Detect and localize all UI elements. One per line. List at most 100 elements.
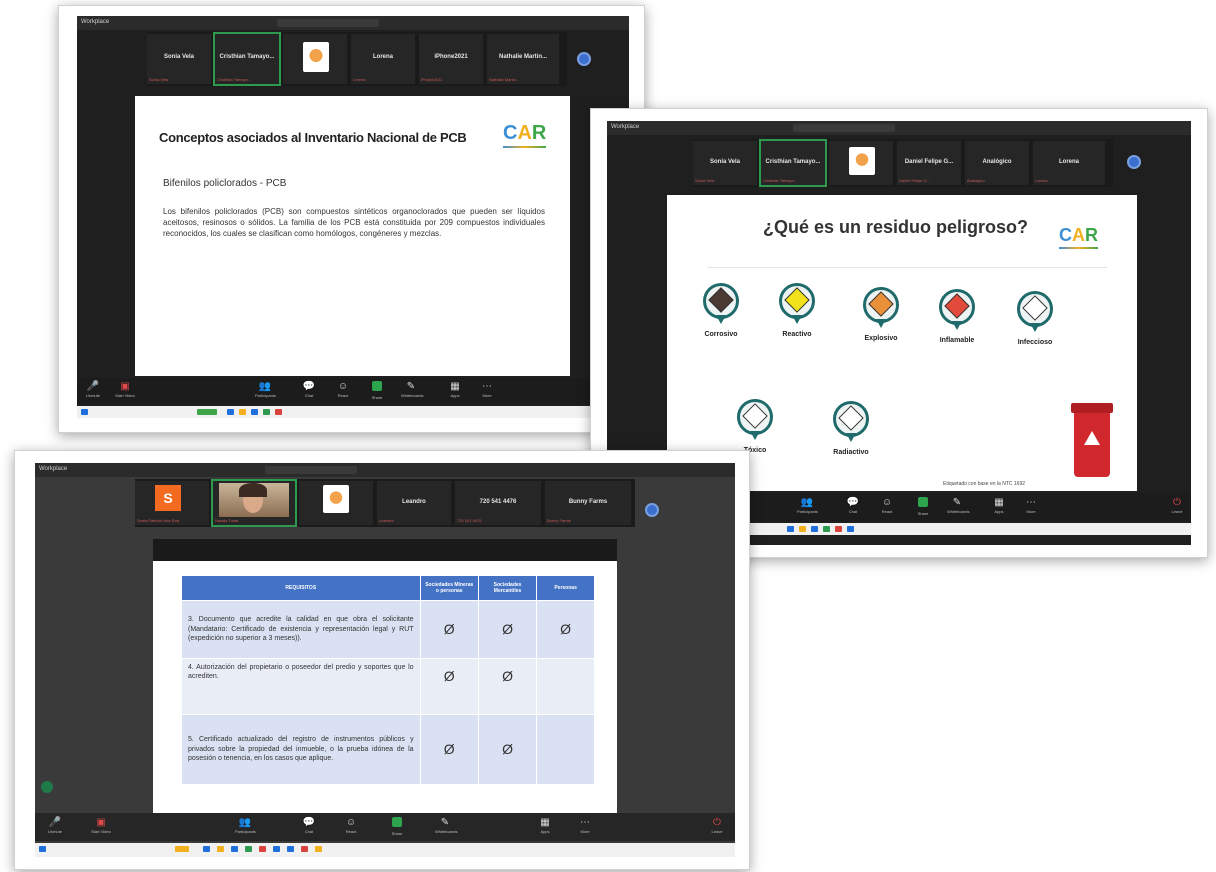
gallery-next-icon[interactable] xyxy=(645,503,659,517)
participant-tile[interactable]: Sonia Vela Sonia Vela xyxy=(147,34,211,84)
participants-button[interactable]: 👥 Participants xyxy=(235,817,256,834)
taskbar-app-icon[interactable] xyxy=(787,526,794,532)
participant-tile[interactable]: S Sonia Patricia Vela Roa xyxy=(135,481,209,525)
whiteboards-button[interactable]: ✎ Whiteboards xyxy=(435,817,457,834)
taskbar-app-icon[interactable] xyxy=(275,409,282,415)
leave-button[interactable]: ⏻ Leave xyxy=(707,817,727,834)
start-icon[interactable] xyxy=(81,409,88,415)
taskbar-app-icon[interactable] xyxy=(835,526,842,532)
taskbar-app-icon[interactable] xyxy=(263,409,270,415)
apps-button[interactable]: ▦ Apps xyxy=(989,497,1009,514)
more-button[interactable]: ⋯ More xyxy=(1021,497,1041,514)
shared-slide: Conceptos asociados al Inventario Nacion… xyxy=(135,96,570,376)
participant-tile-video[interactable]: Natalia Tobar xyxy=(211,479,297,527)
react-button[interactable]: ☺ React xyxy=(877,497,897,514)
meeting-info-pill[interactable] xyxy=(265,466,357,474)
participant-tile[interactable]: Lorena Lorena xyxy=(351,34,415,84)
gallery-next-icon[interactable] xyxy=(577,52,591,66)
windows-taskbar xyxy=(35,843,735,857)
participant-tile-logo[interactable] xyxy=(829,141,893,185)
participant-tile-logo[interactable] xyxy=(283,34,347,84)
meeting-info-pill[interactable] xyxy=(277,19,379,27)
participant-tile[interactable]: Analógico Analógico xyxy=(965,141,1029,185)
share-button[interactable]: Share xyxy=(913,497,933,516)
taskbar-app-icon[interactable] xyxy=(811,526,818,532)
meeting-info-pill[interactable] xyxy=(793,124,895,132)
taskbar-app-icon[interactable] xyxy=(175,846,189,852)
participant-tile[interactable]: Leandro Leandro xyxy=(377,481,451,525)
grammarly-icon[interactable] xyxy=(41,781,53,793)
slide-body: Los bifenilos policlorados (PCB) son com… xyxy=(163,207,545,239)
taskbar-app-icon[interactable] xyxy=(315,846,322,852)
taskbar-app-icon[interactable] xyxy=(197,409,217,415)
taskbar-app-icon[interactable] xyxy=(239,409,246,415)
check-mark-icon: Ø xyxy=(419,658,479,715)
participant-tile[interactable]: iPhone2021 iPhone2021 xyxy=(419,34,483,84)
zoom-window: Workplace S Sonia Patricia Vela Roa Natal… xyxy=(35,463,735,857)
more-button[interactable]: ⋯ More xyxy=(477,381,497,398)
table-row: 3. Documento que acredite la calidad en … xyxy=(181,600,595,659)
taskbar-app-icon[interactable] xyxy=(203,846,210,852)
react-button[interactable]: ☺ React xyxy=(333,381,353,398)
leave-button[interactable]: ⏻ Leave xyxy=(1167,497,1187,514)
window-title: Workplace xyxy=(81,19,110,25)
participant-tile[interactable]: Lorena Lorena xyxy=(1033,141,1105,185)
apps-button[interactable]: ▦ Apps xyxy=(445,381,465,398)
shared-slide: REQUISITOS Sociedades Mineras o personas… xyxy=(153,561,617,813)
taskbar-app-icon[interactable] xyxy=(799,526,806,532)
share-button[interactable]: Share xyxy=(367,381,387,400)
apps-button[interactable]: ▦ Apps xyxy=(535,817,555,834)
taskbar-app-icon[interactable] xyxy=(301,846,308,852)
gallery-next-icon[interactable] xyxy=(1127,155,1141,169)
taskbar-app-icon[interactable] xyxy=(259,846,266,852)
participant-tile-logo[interactable] xyxy=(299,481,373,525)
check-mark-icon: Ø xyxy=(419,714,479,785)
start-video-button[interactable]: ▣ Start Video xyxy=(91,817,111,834)
taskbar-app-icon[interactable] xyxy=(227,409,234,415)
participant-tile[interactable]: Bunny Farms Bunny Farms xyxy=(545,481,631,525)
more-button[interactable]: ⋯ More xyxy=(575,817,595,834)
start-video-button[interactable]: ▣ Start Video xyxy=(115,381,135,398)
whiteboards-button[interactable]: ✎ Whiteboards xyxy=(947,497,969,514)
taskbar-app-icon[interactable] xyxy=(217,846,224,852)
chat-button[interactable]: 💬 Chat xyxy=(299,817,319,834)
share-button[interactable]: Share xyxy=(387,817,407,836)
check-mark-icon: Ø xyxy=(477,600,538,659)
chat-button[interactable]: 💬 Chat xyxy=(843,497,863,514)
empty-cell xyxy=(536,658,595,715)
taskbar-app-icon[interactable] xyxy=(287,846,294,852)
check-mark-icon: Ø xyxy=(536,600,595,659)
unmute-button[interactable]: 🎤 Unmute xyxy=(83,381,103,398)
chat-button[interactable]: 💬 Chat xyxy=(299,381,319,398)
participant-tile-active[interactable]: Cristhian Tamayo... Cristhian Tamayo... xyxy=(759,139,827,187)
column-header: Personas xyxy=(536,575,595,601)
taskbar-app-icon[interactable] xyxy=(245,846,252,852)
start-icon[interactable] xyxy=(39,846,46,852)
taskbar-app-icon[interactable] xyxy=(847,526,854,532)
whiteboards-button[interactable]: ✎ Whiteboards xyxy=(401,381,423,398)
empty-cell xyxy=(536,714,595,785)
zoom-window: Workplace Sonia Vela Sonia Vela Cristhian… xyxy=(77,16,629,418)
react-button[interactable]: ☺ React xyxy=(341,817,361,834)
screenshot-requisitos: Workplace S Sonia Patricia Vela Roa Natal… xyxy=(14,450,750,870)
participant-strip: S Sonia Patricia Vela Roa Natalia Tobar L… xyxy=(135,479,635,527)
check-mark-icon: Ø xyxy=(477,658,538,715)
unmute-button[interactable]: 🎤 Unmute xyxy=(45,817,65,834)
slide-title: Conceptos asociados al Inventario Nacion… xyxy=(159,130,467,145)
car-logo-icon: CAR xyxy=(1059,225,1098,249)
column-header: REQUISITOS xyxy=(181,575,421,601)
participant-tile[interactable]: 720 541 4476 720 541 4476 xyxy=(455,481,541,525)
participant-tile[interactable]: Sonia Vela Sonia Vela xyxy=(693,141,757,185)
participant-tile-active[interactable]: Cristhian Tamayo... Cristhian Tamayo... xyxy=(213,32,281,86)
participant-strip: Sonia Vela Sonia Vela Cristhian Tamayo...… xyxy=(693,139,1113,187)
taskbar-app-icon[interactable] xyxy=(231,846,238,852)
requirements-table: REQUISITOS Sociedades Mineras o personas… xyxy=(181,575,595,785)
participant-tile[interactable]: Nathalie Martin... Nathalie Martin... xyxy=(487,34,559,84)
taskbar-app-icon[interactable] xyxy=(823,526,830,532)
taskbar-app-icon[interactable] xyxy=(251,409,258,415)
participant-tile[interactable]: Daniel Felipe G... Daniel Felipe G... xyxy=(897,141,961,185)
participants-button[interactable]: 👥 Participants xyxy=(797,497,818,514)
taskbar-app-icon[interactable] xyxy=(273,846,280,852)
participants-button[interactable]: 👥 Participants xyxy=(255,381,276,398)
slide-subtitle: Bifenilos policlorados - PCB xyxy=(163,178,287,189)
